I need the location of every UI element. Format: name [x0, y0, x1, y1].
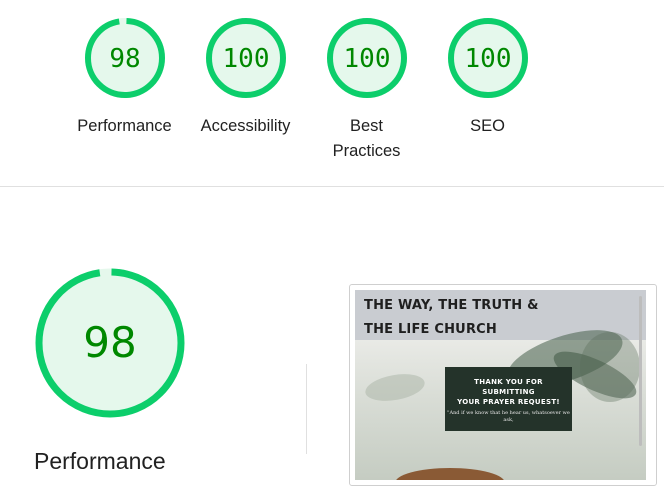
site-title-line: THE WAY, THE TRUTH & [364, 298, 539, 313]
gauge-seo[interactable]: 100 SEO [427, 16, 548, 139]
plant-leaf [363, 369, 427, 406]
gauge-score: 100 [222, 44, 269, 74]
gauge-label: Best Practices [306, 114, 427, 164]
final-screenshot: THE WAY, THE TRUTH & THE LIFE CHURCH THA… [349, 284, 657, 486]
gauge-label: SEO [427, 114, 548, 139]
gauge-ring: 98 [84, 18, 165, 98]
vertical-divider [306, 364, 307, 454]
gauge-score: 98 [83, 318, 136, 367]
gauge-label-line: Practices [332, 142, 401, 160]
gauge-label: Performance [64, 114, 185, 139]
plant-leaf [580, 332, 640, 402]
gauge-score: 100 [464, 44, 511, 74]
gauge-performance[interactable]: 98 Performance [64, 16, 185, 139]
prayer-card: THANK YOU FOR SUBMITTING YOUR PRAYER REQ… [445, 367, 572, 431]
category-gauges: 98 Performance 100 Accessibility 100 Bes… [0, 0, 664, 186]
gauge-best-practices[interactable]: 100 Best Practices [306, 16, 427, 164]
gauge-label-text: Performance [77, 117, 172, 135]
category-title: Performance [34, 448, 166, 474]
hands-shape [395, 468, 505, 480]
gauge-ring: 100 [326, 18, 407, 98]
gauge-label-text: Accessibility [200, 117, 291, 135]
card-text: YOUR PRAYER REQUEST! [457, 398, 560, 406]
gauge-ring: 100 [205, 18, 286, 98]
gauge-ring: 100 [447, 18, 528, 98]
gauge-ring: 98 [35, 268, 185, 418]
gauge-score: 100 [343, 44, 390, 74]
screenshot-scrollbar [639, 296, 642, 446]
gauge-label: Accessibility [185, 114, 306, 139]
card-text: SUBMITTING [482, 388, 535, 396]
screenshot-viewport: THE WAY, THE TRUTH & THE LIFE CHURCH THA… [355, 290, 646, 480]
gauge-accessibility[interactable]: 100 Accessibility [185, 16, 306, 139]
card-quote: "And if we know that he hear us, whatsoe… [447, 410, 570, 416]
card-text: THANK YOU FOR [474, 378, 543, 386]
gauge-label-text: SEO [470, 117, 505, 135]
gauge-label-line: Best [349, 117, 384, 135]
site-title-line: THE LIFE CHURCH [364, 322, 497, 337]
gauge-score: 98 [109, 44, 140, 74]
performance-gauge-large: 98 [33, 266, 187, 420]
section-divider [0, 186, 664, 187]
card-quote: ask, [503, 417, 514, 423]
